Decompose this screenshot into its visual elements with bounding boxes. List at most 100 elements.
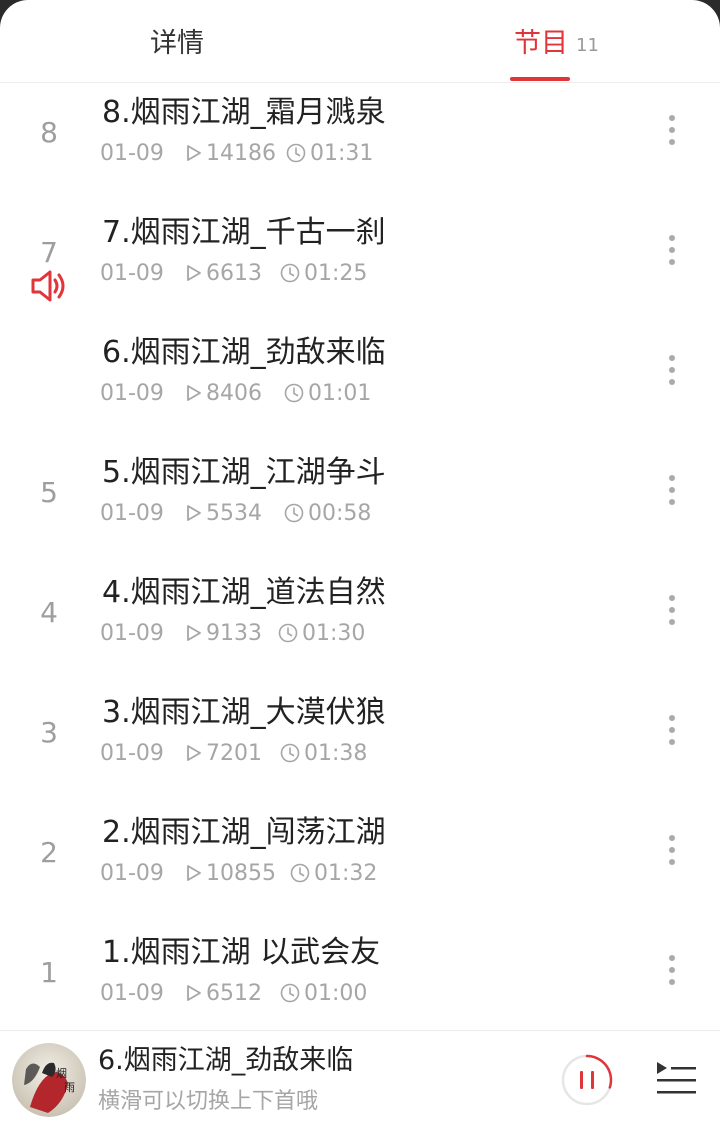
episode-title: 3.烟雨江湖_大漠伏狼 bbox=[102, 695, 386, 730]
episode-date: 01-09 bbox=[100, 981, 164, 1006]
episode-index: 1 bbox=[40, 956, 58, 989]
episode-title: 1.烟雨江湖 以武会友 bbox=[102, 935, 381, 970]
episode-date: 01-09 bbox=[100, 141, 164, 166]
play-count: 10855 bbox=[186, 859, 276, 889]
duration: 01:30 bbox=[278, 619, 365, 649]
episode-index: 7 bbox=[40, 236, 58, 269]
duration: 01:00 bbox=[280, 979, 367, 1009]
play-count-icon bbox=[187, 384, 201, 401]
duration-value: 01:31 bbox=[310, 141, 374, 166]
play-count-value: 6512 bbox=[206, 981, 262, 1006]
episode-row[interactable]: 5 5.烟雨江湖_江湖争斗 01-09 5534 00:58 bbox=[0, 443, 720, 563]
clock-icon bbox=[286, 143, 306, 162]
album-cover[interactable]: 烟 雨 bbox=[12, 1043, 86, 1117]
svg-text:雨: 雨 bbox=[64, 1081, 75, 1094]
svg-text:烟: 烟 bbox=[56, 1066, 67, 1080]
episode-title: 6.烟雨江湖_劲敌来临 bbox=[102, 335, 386, 370]
pause-icon bbox=[580, 1071, 583, 1089]
episode-sheet: 详情 节目 11 8 8.烟雨江湖_霜月溅泉 01-09 14186 01:31 7 7.烟… bbox=[0, 0, 720, 1128]
duration-value: 01:01 bbox=[308, 381, 372, 406]
more-options-icon[interactable] bbox=[660, 715, 684, 751]
tab-details[interactable]: 详情 bbox=[150, 22, 204, 66]
play-count: 9133 bbox=[186, 619, 262, 649]
more-options-icon[interactable] bbox=[660, 355, 684, 391]
clock-icon bbox=[284, 503, 304, 522]
episode-row[interactable]: 8 8.烟雨江湖_霜月溅泉 01-09 14186 01:31 bbox=[0, 83, 720, 203]
duration: 00:58 bbox=[284, 499, 371, 529]
now-playing-title: 6.烟雨江湖_劲敌来临 bbox=[98, 1045, 354, 1076]
more-options-icon[interactable] bbox=[660, 835, 684, 871]
active-tab-indicator bbox=[510, 77, 570, 81]
episode-date: 01-09 bbox=[100, 381, 164, 406]
duration-value: 01:38 bbox=[304, 741, 368, 766]
episode-date: 01-09 bbox=[100, 741, 164, 766]
more-options-icon[interactable] bbox=[660, 595, 684, 631]
play-count: 14186 bbox=[186, 139, 276, 169]
play-count: 5534 bbox=[186, 499, 262, 529]
clock-icon bbox=[290, 863, 310, 882]
more-options-icon[interactable] bbox=[660, 115, 684, 151]
play-count-value: 5534 bbox=[206, 501, 262, 526]
episode-title: 5.烟雨江湖_江湖争斗 bbox=[102, 455, 386, 490]
episode-row[interactable]: 4 4.烟雨江湖_道法自然 01-09 9133 01:30 bbox=[0, 563, 720, 683]
more-options-icon[interactable] bbox=[660, 235, 684, 271]
play-count-icon bbox=[187, 144, 201, 161]
episode-row[interactable]: 3 3.烟雨江湖_大漠伏狼 01-09 7201 01:38 bbox=[0, 683, 720, 803]
play-count-icon bbox=[187, 624, 201, 641]
clock-icon bbox=[280, 983, 300, 1002]
play-count: 6512 bbox=[186, 979, 262, 1009]
episode-row[interactable]: 6.烟雨江湖_劲敌来临 01-09 8406 01:01 bbox=[0, 323, 720, 443]
duration-value: 00:58 bbox=[308, 501, 372, 526]
episode-list[interactable]: 8 8.烟雨江湖_霜月溅泉 01-09 14186 01:31 7 7.烟雨江湖_千古一刹 0… bbox=[0, 83, 720, 1043]
episode-index: 3 bbox=[40, 716, 58, 749]
duration-value: 01:00 bbox=[304, 981, 368, 1006]
play-count: 8406 bbox=[186, 379, 262, 409]
episode-date: 01-09 bbox=[100, 621, 164, 646]
episode-index: 8 bbox=[40, 116, 58, 149]
swipe-hint: 横滑可以切换上下首哦 bbox=[98, 1089, 319, 1114]
play-count-value: 8406 bbox=[206, 381, 262, 406]
more-options-icon[interactable] bbox=[660, 475, 684, 511]
clock-icon bbox=[280, 263, 300, 282]
episode-index: 2 bbox=[40, 836, 58, 869]
duration: 01:31 bbox=[286, 139, 373, 169]
episode-title: 2.烟雨江湖_闯荡江湖 bbox=[102, 815, 386, 850]
play-count: 6613 bbox=[186, 259, 262, 289]
play-count-icon bbox=[187, 744, 201, 761]
tab-bar: 详情 节目 11 bbox=[0, 0, 720, 83]
more-options-icon[interactable] bbox=[660, 955, 684, 991]
episode-row[interactable]: 2 2.烟雨江湖_闯荡江湖 01-09 10855 01:32 bbox=[0, 803, 720, 923]
play-count-value: 10855 bbox=[206, 861, 276, 886]
clock-icon bbox=[284, 383, 304, 402]
play-count: 7201 bbox=[186, 739, 262, 769]
episode-index: 5 bbox=[40, 476, 58, 509]
duration: 01:01 bbox=[284, 379, 371, 409]
play-count-icon bbox=[187, 264, 201, 281]
episode-date: 01-09 bbox=[100, 501, 164, 526]
duration-value: 01:25 bbox=[304, 261, 368, 286]
duration-value: 01:32 bbox=[314, 861, 378, 886]
play-count-icon bbox=[187, 504, 201, 521]
mini-player[interactable]: 烟 雨 6.烟雨江湖_劲敌来临 横滑可以切换上下首哦 bbox=[0, 1030, 720, 1128]
clock-icon bbox=[278, 623, 298, 642]
play-count-icon bbox=[187, 864, 201, 881]
episode-row[interactable]: 7 7.烟雨江湖_千古一刹 01-09 6613 01:25 bbox=[0, 203, 720, 323]
episodes-count-badge: 11 bbox=[576, 35, 599, 56]
episode-title: 4.烟雨江湖_道法自然 bbox=[102, 575, 386, 610]
duration: 01:25 bbox=[280, 259, 367, 289]
play-count-value: 7201 bbox=[206, 741, 262, 766]
pause-button[interactable] bbox=[560, 1053, 614, 1107]
episode-row[interactable]: 1 1.烟雨江湖 以武会友 01-09 6512 01:00 bbox=[0, 923, 720, 1043]
playlist-button[interactable] bbox=[654, 1059, 698, 1101]
clock-icon bbox=[280, 743, 300, 762]
now-playing-speaker-icon bbox=[31, 270, 65, 302]
duration: 01:38 bbox=[280, 739, 367, 769]
play-count-value: 6613 bbox=[206, 261, 262, 286]
play-count-icon bbox=[187, 984, 201, 1001]
duration-value: 01:30 bbox=[302, 621, 366, 646]
episode-index: 4 bbox=[40, 596, 58, 629]
play-count-value: 9133 bbox=[206, 621, 262, 646]
duration: 01:32 bbox=[290, 859, 377, 889]
tab-episodes[interactable]: 节目 bbox=[514, 22, 568, 66]
play-count-value: 14186 bbox=[206, 141, 276, 166]
